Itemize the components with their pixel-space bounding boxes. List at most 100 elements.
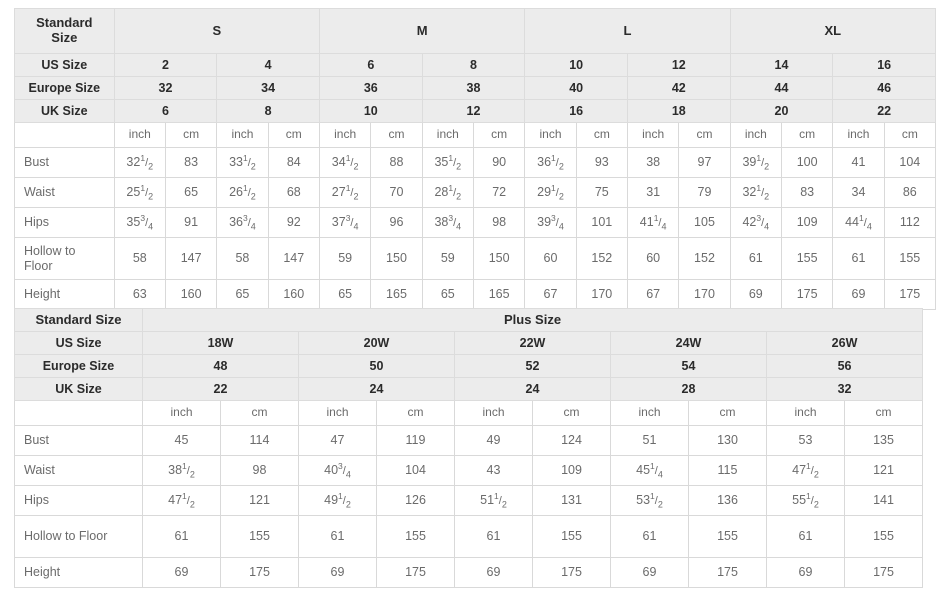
measure-value-inch: 65 (216, 279, 269, 310)
plus-unit-inch: inch (454, 400, 533, 426)
measure-value-inch: 261/2 (216, 177, 269, 208)
plus-measure-value-inch: 61 (142, 515, 221, 558)
measure-value-cm: 98 (472, 207, 526, 238)
plus-unit-inch: inch (766, 400, 845, 426)
measure-value-cm: 88 (370, 147, 423, 178)
measure-value-inch: 34 (832, 177, 885, 208)
plus-measure-value-cm: 98 (220, 455, 299, 486)
plus-measure-value-cm: 104 (376, 455, 455, 486)
measure-row-waist: Waist 251/2 65 261/2 68 271/2 70 281/2 72 291/2 75… (14, 177, 937, 208)
size-value: 32 (113, 76, 218, 100)
plus-size-row-label: UK Size (14, 377, 143, 401)
measure-value-inch: 67 (626, 279, 680, 310)
measure-value-cm: 109 (780, 207, 834, 238)
measure-value-cm: 75 (575, 177, 628, 208)
measure-row-label: Hips (14, 207, 115, 238)
plus-measure-row-bust: Bust 45 114 47 119 49 124 51 130 53 135 (14, 425, 924, 456)
measure-value-cm: 152 (678, 237, 731, 280)
measure-value-inch: 61 (832, 237, 885, 280)
plus-measure-value-inch: 69 (142, 557, 221, 588)
plus-measure-row-hollow-to-floor: Hollow to Floor 61 155 61 155 61 155 61 155 61 155 (14, 515, 924, 558)
size-group-xl: XL (729, 8, 937, 54)
measure-value-inch: 423/4 (729, 207, 782, 238)
measure-value-inch: 361/2 (524, 147, 577, 178)
measure-row-hips: Hips 353/4 91 363/4 92 373/4 96 383/4 98 393/4 101… (14, 207, 937, 238)
size-value: 34 (216, 76, 320, 100)
plus-measure-value-cm: 121 (220, 485, 299, 516)
measure-value-cm: 104 (883, 147, 937, 178)
measure-value-inch: 351/2 (421, 147, 474, 178)
plus-measure-value-cm: 155 (532, 515, 611, 558)
unit-inch: inch (318, 122, 372, 148)
size-value: 44 (729, 76, 834, 100)
measure-value-inch: 58 (113, 237, 166, 280)
measure-value-inch: 58 (216, 237, 269, 280)
size-value: 20 (729, 99, 834, 123)
plus-size-value: 22W (454, 331, 611, 355)
measure-value-cm: 175 (780, 279, 834, 310)
unit-inch: inch (524, 122, 577, 148)
plus-measure-value-inch: 69 (454, 557, 533, 588)
plus-size-value: 20W (298, 331, 455, 355)
measure-row-hollow-to-floor: Hollow to Floor 58 147 58 147 59 150 59 150 60 152 6… (14, 237, 937, 280)
unit-row-corner (14, 122, 115, 148)
measure-value-cm: 155 (883, 237, 937, 280)
size-group-s: S (113, 8, 320, 54)
plus-unit-cm: cm (376, 400, 455, 426)
plus-measure-value-inch: 45 (142, 425, 221, 456)
measure-value-inch: 341/2 (318, 147, 372, 178)
plus-size-value: 18W (142, 331, 299, 355)
plus-measure-value-inch: 69 (610, 557, 689, 588)
measure-value-cm: 93 (575, 147, 628, 178)
size-value: 4 (216, 53, 320, 77)
plus-unit-inch: inch (142, 400, 221, 426)
size-value: 46 (832, 76, 936, 100)
plus-measure-value-cm: 175 (532, 557, 611, 588)
measure-value-inch: 59 (421, 237, 474, 280)
plus-unit-cm: cm (220, 400, 299, 426)
plus-measure-value-inch: 69 (766, 557, 845, 588)
measure-row-label: Height (14, 279, 115, 310)
standard-corner-label: Standard Size (14, 8, 115, 54)
plus-size-row-label: US Size (14, 331, 143, 355)
size-value: 36 (318, 76, 423, 100)
plus-measure-value-inch: 61 (610, 515, 689, 558)
plus-measure-value-inch: 43 (454, 455, 533, 486)
plus-measure-value-cm: 109 (532, 455, 611, 486)
plus-unit-cm: cm (532, 400, 611, 426)
plus-measure-value-inch: 381/2 (142, 455, 221, 486)
plus-measure-row-label: Height (14, 557, 143, 588)
measure-value-inch: 291/2 (524, 177, 577, 208)
size-group-l: L (524, 8, 731, 54)
plus-size-row-europe-size: Europe Size 48 50 52 54 56 (14, 354, 924, 378)
measure-value-inch: 65 (421, 279, 474, 310)
measure-value-cm: 100 (780, 147, 834, 178)
plus-measure-value-inch: 61 (454, 515, 533, 558)
measure-value-cm: 175 (883, 279, 937, 310)
unit-inch: inch (421, 122, 474, 148)
plus-measure-value-inch: 49 (454, 425, 533, 456)
measure-value-inch: 63 (113, 279, 166, 310)
unit-inch: inch (729, 122, 782, 148)
unit-cm: cm (883, 122, 937, 148)
measure-value-inch: 363/4 (216, 207, 269, 238)
plus-unit-cm: cm (688, 400, 767, 426)
measure-value-cm: 147 (164, 237, 218, 280)
plus-measure-value-cm: 131 (532, 485, 611, 516)
plus-measure-value-inch: 51 (610, 425, 689, 456)
plus-measure-row-label: Hollow to Floor (14, 515, 143, 558)
measure-row-bust: Bust 321/2 83 331/2 84 341/2 88 351/2 90 361/2 93 3… (14, 147, 937, 178)
measure-row-label: Waist (14, 177, 115, 208)
size-value: 14 (729, 53, 834, 77)
size-value: 6 (113, 99, 218, 123)
unit-inch: inch (113, 122, 166, 148)
measure-value-cm: 150 (370, 237, 423, 280)
size-value: 22 (832, 99, 936, 123)
measure-value-cm: 147 (267, 237, 320, 280)
plus-measure-value-inch: 551/2 (766, 485, 845, 516)
plus-measure-value-cm: 124 (532, 425, 611, 456)
measure-value-inch: 271/2 (318, 177, 372, 208)
measure-value-inch: 65 (318, 279, 372, 310)
plus-size-value: 48 (142, 354, 299, 378)
plus-measure-value-cm: 155 (843, 515, 924, 558)
